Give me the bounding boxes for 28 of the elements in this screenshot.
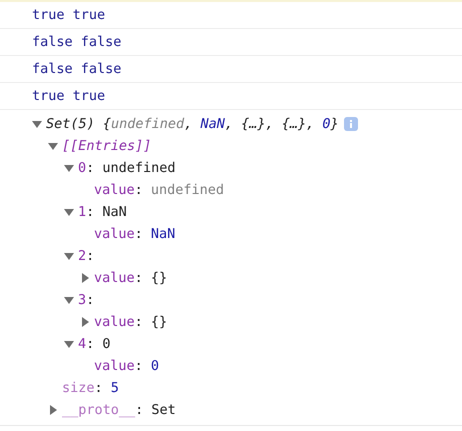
expand-triangle-icon[interactable] xyxy=(64,295,74,305)
expand-triangle-icon[interactable] xyxy=(64,251,74,261)
collapse-triangle-icon[interactable] xyxy=(48,405,58,415)
expand-triangle-icon[interactable] xyxy=(48,141,58,151)
property-row[interactable]: value: {} xyxy=(94,268,168,288)
property-row[interactable]: value: {} xyxy=(94,312,168,332)
console-message: false false xyxy=(32,60,122,79)
object-summary[interactable]: Set(5) {undefined, NaN, {…}, {…}, 0} xyxy=(46,114,339,134)
expand-triangle-icon[interactable] xyxy=(64,207,74,217)
expand-triangle-icon[interactable] xyxy=(32,119,42,129)
property-row-text: value: undefined xyxy=(94,180,224,200)
property-row-text: value: 0 xyxy=(94,356,160,376)
collapse-triangle-icon[interactable] xyxy=(80,273,90,283)
property-row[interactable]: 2: xyxy=(78,246,94,266)
property-row[interactable]: 3: xyxy=(78,290,94,310)
console-message: true true xyxy=(32,86,106,106)
console-message: false false xyxy=(32,32,122,52)
property-row[interactable]: 4: 0 xyxy=(78,334,111,354)
property-row[interactable]: [[Entries]] xyxy=(62,136,152,156)
property-row-text: value: NaN xyxy=(94,224,176,244)
property-row[interactable]: 1: NaN xyxy=(78,202,127,222)
property-row[interactable]: 0: undefined xyxy=(78,158,176,178)
expand-triangle-icon[interactable] xyxy=(64,339,74,349)
collapse-triangle-icon[interactable] xyxy=(80,317,90,327)
console-message: true true xyxy=(32,6,106,25)
property-row-text: size: 5 xyxy=(62,378,119,398)
expand-triangle-icon[interactable] xyxy=(64,163,74,173)
property-row[interactable]: __proto__: Set xyxy=(62,400,176,420)
